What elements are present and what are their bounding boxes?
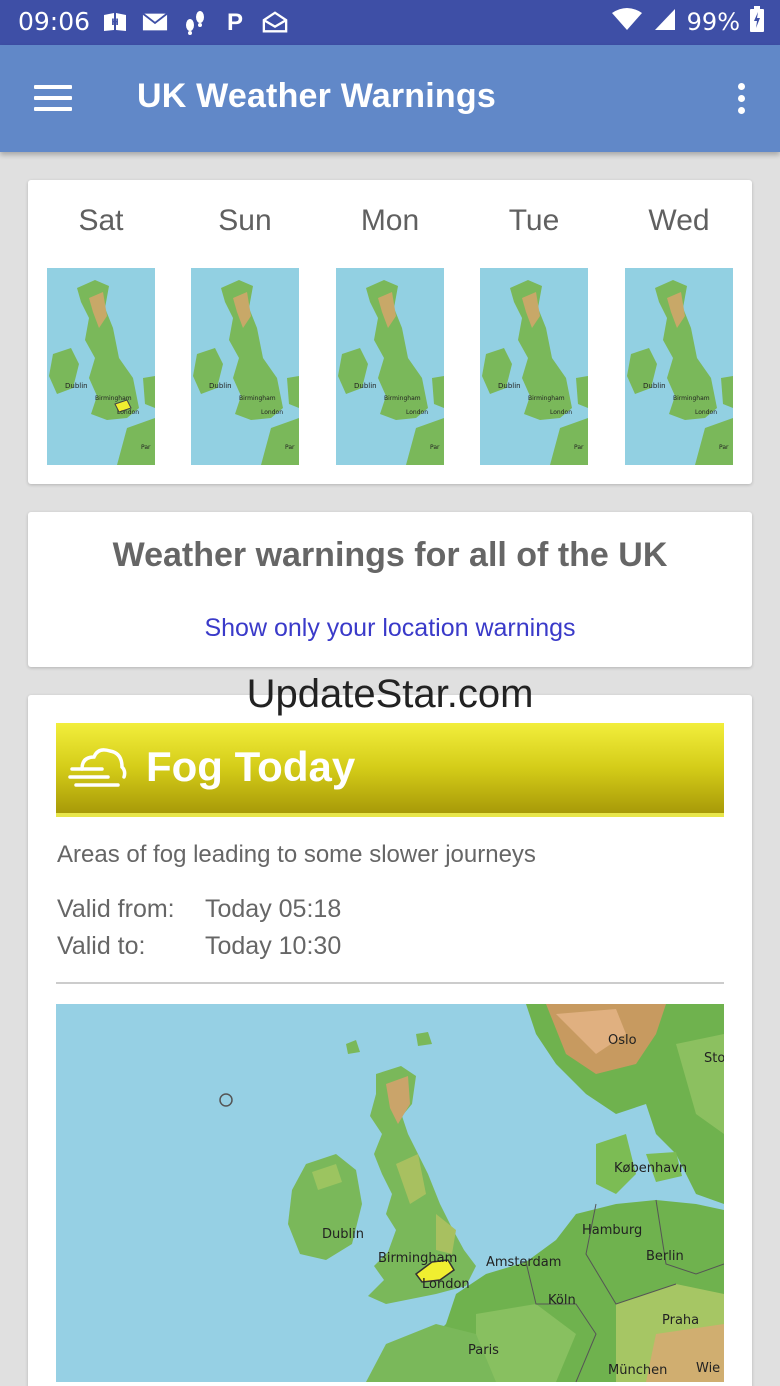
system-icons: 99% [611, 6, 764, 38]
watermark: UpdateStar.com [246, 672, 534, 716]
svg-text:Dublin: Dublin [65, 382, 88, 390]
svg-text:London: London [406, 409, 428, 416]
svg-text:Wie: Wie [696, 1361, 720, 1376]
svg-text:P: P [227, 9, 243, 35]
svg-text:København: København [614, 1161, 687, 1176]
day-label: Wed [648, 204, 710, 237]
footsteps-icon [182, 10, 208, 35]
svg-text:Par: Par [719, 444, 729, 451]
svg-text:Praha: Praha [662, 1313, 699, 1328]
svg-text:Birmingham: Birmingham [673, 395, 710, 402]
warnings-scope-card: Weather warnings for all of the UK Show … [28, 512, 752, 667]
valid-to-label: Valid to: [57, 932, 146, 960]
status-bar: 09:06 H P 99% [0, 0, 780, 45]
svg-text:Dublin: Dublin [643, 382, 666, 390]
svg-text:H: H [111, 18, 119, 28]
mail-open-icon [262, 10, 288, 34]
svg-text:Dublin: Dublin [322, 1227, 364, 1242]
svg-text:Birmingham: Birmingham [95, 395, 132, 402]
svg-text:London: London [550, 409, 572, 416]
valid-to-row: Valid to: Today 10:30 [57, 932, 341, 961]
svg-text:London: London [695, 409, 717, 416]
more-options-icon[interactable] [726, 75, 756, 121]
mail-icon [142, 10, 168, 34]
day-map-thumbnail[interactable]: Dublin Birmingham London Par [191, 268, 299, 465]
signal-icon [653, 7, 677, 37]
valid-from-row: Valid from: Today 05:18 [57, 895, 341, 924]
svg-text:München: München [608, 1363, 667, 1378]
day-label: Mon [360, 204, 420, 237]
book-icon: H [102, 10, 128, 34]
app-bar: UK Weather Warnings [0, 45, 780, 152]
warning-description: Areas of fog leading to some slower jour… [57, 841, 536, 868]
svg-text:London: London [422, 1277, 470, 1292]
valid-from-value: Today 05:18 [205, 895, 342, 923]
svg-text:Dublin: Dublin [354, 382, 377, 390]
svg-text:Par: Par [141, 444, 151, 451]
app-title: UK Weather Warnings [137, 77, 496, 115]
svg-text:Birmingham: Birmingham [378, 1251, 457, 1266]
svg-text:Par: Par [285, 444, 295, 451]
valid-from-label: Valid from: [57, 895, 175, 923]
day-label: Sun [218, 204, 272, 237]
svg-text:Köln: Köln [548, 1293, 576, 1308]
svg-text:Paris: Paris [468, 1343, 499, 1358]
day-label: Tue [508, 204, 560, 237]
svg-text:Birmingham: Birmingham [239, 395, 276, 402]
day-map-thumbnail[interactable]: Dublin Birmingham London Par [480, 268, 588, 465]
warning-map[interactable]: Dublin Birmingham London Paris Amsterdam… [56, 1004, 724, 1382]
fog-icon [68, 745, 128, 793]
show-location-warnings-link[interactable]: Show only your location warnings [28, 614, 752, 643]
parking-icon: P [222, 9, 248, 35]
warning-banner[interactable]: Fog Today [56, 723, 724, 817]
battery-icon [750, 6, 764, 38]
notification-icons: H P [102, 9, 288, 35]
svg-text:Hamburg: Hamburg [582, 1223, 642, 1238]
divider [56, 982, 724, 984]
warning-title: Fog Today [146, 743, 356, 790]
svg-text:Sto: Sto [704, 1051, 724, 1066]
svg-text:Dublin: Dublin [498, 382, 521, 390]
svg-text:Birmingham: Birmingham [528, 395, 565, 402]
day-map-thumbnail[interactable]: Dublin Birmingham London Par [336, 268, 444, 465]
battery-percent: 99% [686, 8, 740, 36]
svg-text:Oslo: Oslo [608, 1033, 637, 1048]
day-label: Sat [78, 204, 124, 237]
svg-text:Dublin: Dublin [209, 382, 232, 390]
svg-text:Par: Par [574, 444, 584, 451]
day-map-thumbnail[interactable]: Dublin Birmingham London Par [625, 268, 733, 465]
forecast-days-card: Sat Dublin Birmingham London Par Sun Dub… [28, 180, 752, 484]
day-map-thumbnail[interactable]: Dublin Birmingham London Par [47, 268, 155, 465]
wifi-icon [611, 7, 643, 37]
valid-to-value: Today 10:30 [205, 932, 342, 960]
warning-detail-card[interactable]: Fog Today Areas of fog leading to some s… [28, 695, 752, 1386]
svg-text:Par: Par [430, 444, 440, 451]
svg-text:Berlin: Berlin [646, 1249, 684, 1264]
hamburger-menu-icon[interactable] [26, 75, 80, 121]
svg-text:London: London [261, 409, 283, 416]
svg-text:London: London [117, 409, 139, 416]
status-time: 09:06 [18, 7, 91, 36]
svg-text:Amsterdam: Amsterdam [486, 1255, 561, 1270]
svg-text:Birmingham: Birmingham [384, 395, 421, 402]
warnings-heading: Weather warnings for all of the UK [112, 536, 668, 574]
